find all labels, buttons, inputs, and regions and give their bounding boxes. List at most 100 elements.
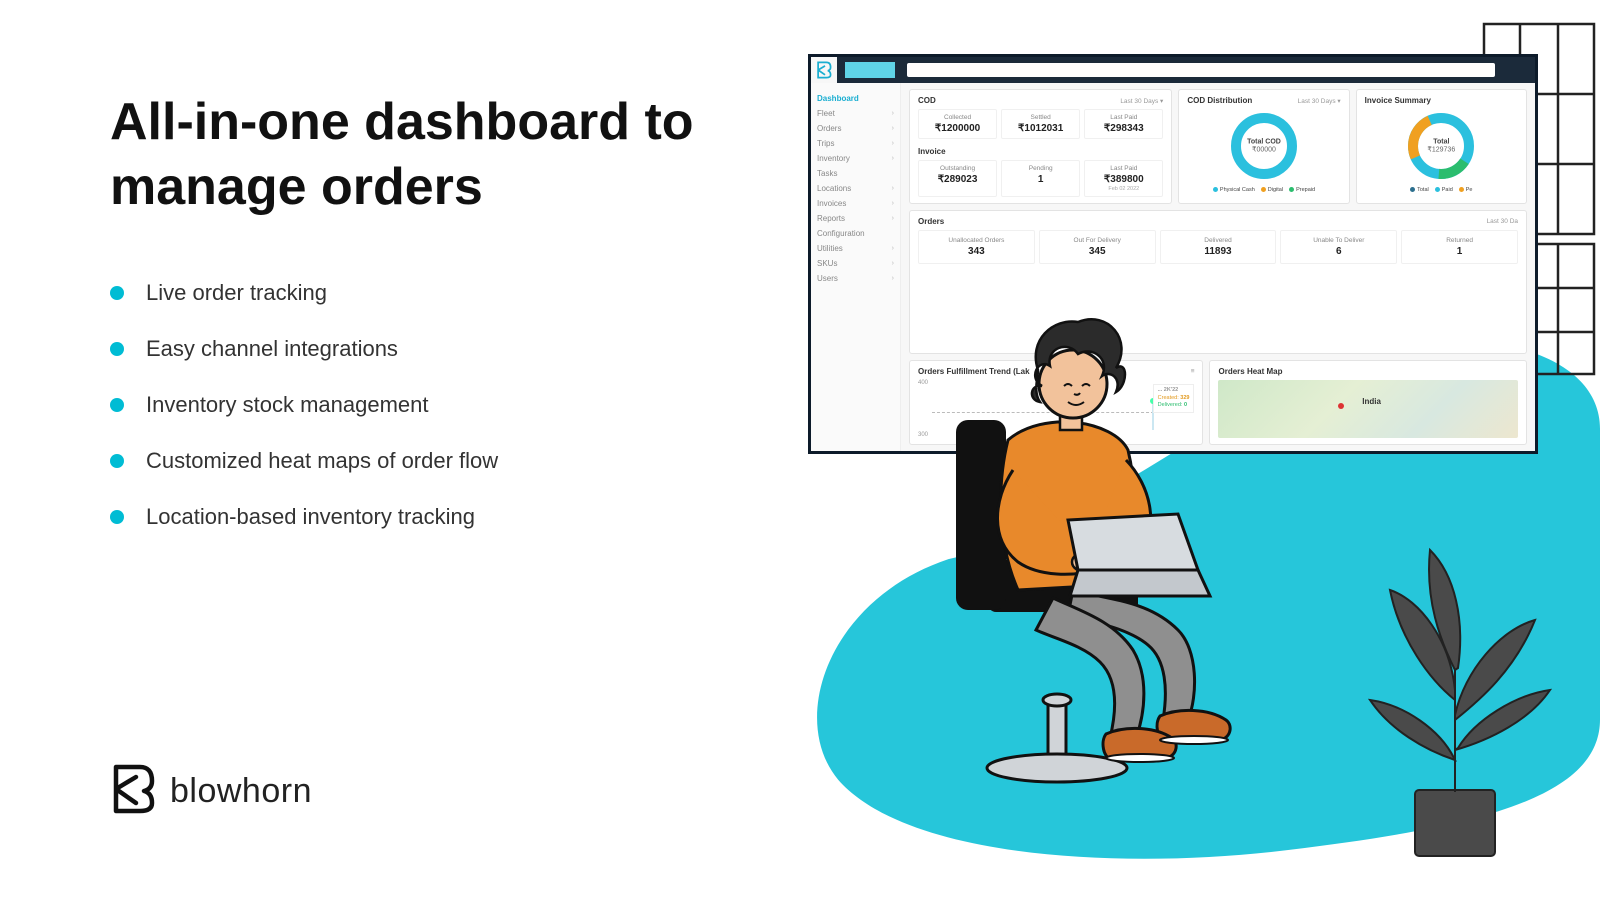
card-subtitle: Invoice [918,147,946,156]
stat-label: Collected [921,114,994,121]
page-headline: All-in-one dashboard to manage orders [110,90,738,220]
donut-chart-icon: Total COD₹00000 [1229,111,1299,181]
sidebar-item-inventory[interactable]: Inventory› [817,151,894,166]
stat: Returned 1 [1401,230,1518,264]
sidebar-item-label: Utilities [817,244,843,253]
stat-value: 345 [1042,246,1153,257]
stat-label: Last Paid [1087,114,1160,121]
sidebar-item-skus[interactable]: SKUs › [817,256,894,271]
search-input[interactable] [907,63,1495,77]
donut-chart-icon: Total₹129736 [1406,111,1476,181]
bullet-icon [110,342,124,356]
chevron-right-icon: › [892,185,894,192]
donut-value: ₹129736 [1427,146,1455,154]
sidebar-item-label: Reports [817,214,845,223]
stat: Collected ₹1200000 [918,109,997,139]
sidebar-item-fleet[interactable]: Fleet› [817,106,894,121]
sidebar-item-label: Fleet [817,109,835,118]
sidebar-item-users[interactable]: Users › [817,271,894,286]
stat: Pending 1 [1001,160,1080,197]
donut-title: Total [1427,139,1455,146]
stat-label: Outstanding [921,165,994,172]
donut-value: ₹00000 [1247,146,1281,154]
sidebar-item-configuration[interactable]: Configuration [817,226,894,241]
sidebar-item-utilities[interactable]: Utilities› [817,241,894,256]
legend-item: Prepaid [1289,187,1315,193]
sidebar-item-locations[interactable]: Locations › [817,181,894,196]
legend-item: Physical Cash [1213,187,1255,193]
sidebar-item-invoices[interactable]: Invoices› [817,196,894,211]
sidebar-item-reports[interactable]: Reports› [817,211,894,226]
stat: Out For Delivery 345 [1039,230,1156,264]
stat: Settled ₹1012031 [1001,109,1080,139]
bullet-icon [110,510,124,524]
stat-label: Unable To Deliver [1283,237,1394,244]
sidebar-item-dashboard[interactable]: Dashboard [817,91,894,106]
stat: Outstanding₹289023 [918,160,997,197]
sidebar-item-label: Trips [817,139,834,148]
cod-card: CODLast 30 Days ▾ Collected₹1200000 Sett… [909,89,1172,204]
stat-label: Returned [1404,237,1515,244]
legend-item: Paid [1435,187,1453,193]
legend-item: Total [1410,187,1429,193]
stat-sub: Feb 02 2022 [1087,186,1160,192]
sidebar-item-label: Tasks [817,169,837,178]
feature-text: Live order tracking [146,280,327,306]
stat-label: Unallocated Orders [921,237,1032,244]
stat-label: Out For Delivery [1042,237,1153,244]
stat-label: Settled [1004,114,1077,121]
legend-item: Digital [1261,187,1283,193]
stat-value: 6 [1283,246,1394,257]
card-title: COD Distribution [1187,96,1252,105]
chevron-right-icon: › [892,125,894,132]
sidebar-item-label: Inventory [817,154,850,163]
feature-text: Customized heat maps of order flow [146,448,498,474]
chevron-right-icon: › [892,140,894,147]
feature-item: Inventory stock management [110,392,738,418]
bullet-icon [110,286,124,300]
range-selector[interactable]: Last 30 Days ▾ [1120,97,1163,105]
legend: Physical Cash Digital Prepaid [1213,187,1315,193]
sidebar-item-label: SKUs [817,259,837,268]
invoice-summary-card: Invoice Summary Total₹129736 [1356,89,1527,204]
stat-value: ₹1200000 [921,123,994,134]
stat-label: Pending [1004,165,1077,172]
feature-item: Customized heat maps of order flow [110,448,738,474]
chevron-right-icon: › [892,275,894,282]
stat: Last Paid ₹389800Feb 02 2022 [1084,160,1163,197]
cod-distribution-card: COD Distribution Last 30 Days ▾ Total COD… [1178,89,1349,204]
stat-value: 11893 [1163,246,1274,257]
sidebar-item-label: Orders [817,124,841,133]
stat-label: Delivered [1163,237,1274,244]
sidebar-item-orders[interactable]: Orders › [817,121,894,136]
chevron-right-icon: › [892,260,894,267]
feature-item: Easy channel integrations [110,336,738,362]
sidebar-item-label: Configuration [817,229,865,238]
stat-value: ₹1012031 [1004,123,1077,134]
sidebar-item-label: Users [817,274,838,283]
topbar [811,57,1535,83]
stat-value: 1 [1404,246,1515,257]
feature-item: Location-based inventory tracking [110,504,738,530]
sidebar-item-tasks[interactable]: Tasks [817,166,894,181]
chevron-right-icon: › [892,200,894,207]
sidebar-item-trips[interactable]: Trips › [817,136,894,151]
brand-name: blowhorn [170,772,312,811]
bullet-icon [110,398,124,412]
stat-value: ₹389800 [1087,174,1160,185]
feature-text: Easy channel integrations [146,336,398,362]
range-selector[interactable]: Last 30 Days ▾ [1298,97,1341,105]
sidebar-item-label: Locations [817,184,851,193]
topbar-accent [845,62,895,78]
stat: Unable To Deliver 6 [1280,230,1397,264]
brand-logo-icon [110,763,156,820]
stat: Last Paid ₹298343 [1084,109,1163,139]
legend: TotalPaidPe [1410,187,1472,193]
stat: Unallocated Orders343 [918,230,1035,264]
stat-value: ₹298343 [1087,123,1160,134]
stat-value: 1 [1004,174,1077,185]
stat: Delivered 11893 [1160,230,1277,264]
person-illustration [878,300,1298,820]
stat-label: Last Paid [1087,165,1160,172]
plant-illustration [1340,520,1560,860]
